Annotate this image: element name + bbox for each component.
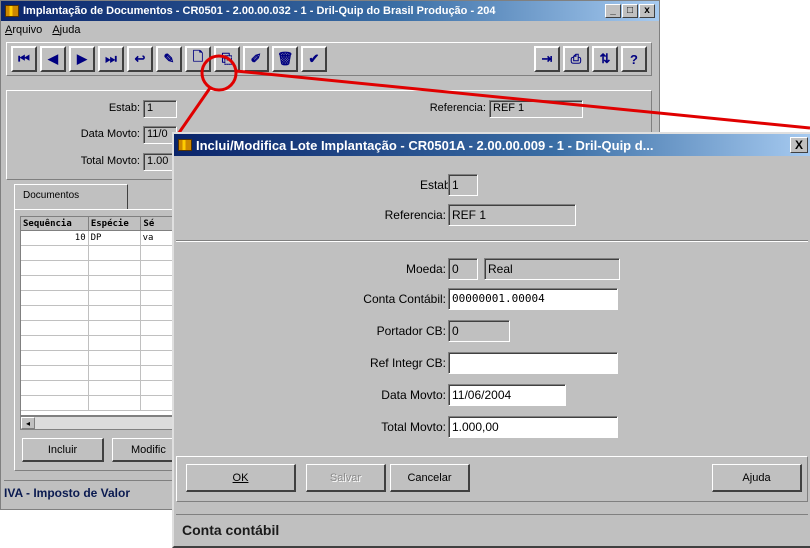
dlg-moeda-label: Moeda: [405, 262, 446, 276]
dlg-estab-label: Estab: [419, 178, 454, 192]
dialog-app-icon [178, 139, 192, 151]
annotation-circle [200, 54, 238, 92]
ok-button[interactable]: OK [186, 464, 296, 492]
dialog-status-bar: Conta contábil [176, 514, 808, 544]
salvar-button: Salvar [306, 464, 386, 492]
dlg-ref-integr-field[interactable] [448, 352, 618, 374]
dlg-portador-label: Portador CB: [376, 324, 446, 338]
dlg-moeda-code[interactable]: 0 [448, 258, 478, 280]
ajuda-label: Ajuda [742, 471, 771, 484]
dlg-conta-label: Conta Contábil: [363, 292, 446, 306]
dlg-total-movto-field[interactable]: 1.000,00 [448, 416, 618, 438]
dlg-data-movto-label: Data Movto: [381, 388, 446, 402]
dialog-title-bar[interactable]: Inclui/Modifica Lote Implantação - CR050… [174, 134, 810, 156]
cancelar-button[interactable]: Cancelar [390, 464, 470, 492]
ok-label: OK [232, 471, 249, 484]
annotation-line-right [235, 69, 810, 130]
cancelar-label: Cancelar [407, 471, 452, 484]
dlg-ref-integr-label: Ref Integr CB: [369, 356, 446, 370]
dlg-conta-field[interactable]: 00000001.00004 [448, 288, 618, 310]
dlg-referencia-label: Referencia: [384, 208, 446, 222]
dialog-close-button[interactable]: X [790, 137, 808, 153]
dialog-divider [176, 240, 808, 242]
dialog-title: Inclui/Modifica Lote Implantação - CR050… [196, 137, 654, 153]
dlg-portador-field[interactable]: 0 [448, 320, 510, 342]
dialog-window: Inclui/Modifica Lote Implantação - CR050… [172, 132, 810, 548]
salvar-label: Salvar [329, 471, 362, 484]
ajuda-button[interactable]: Ajuda [712, 464, 802, 492]
dlg-total-movto-label: Total Movto: [381, 420, 446, 434]
dlg-data-movto-field[interactable]: 11/06/2004 [448, 384, 566, 406]
dlg-estab-field[interactable]: 1 [448, 174, 478, 196]
dlg-moeda-name: Real [484, 258, 620, 280]
dlg-referencia-field[interactable]: REF 1 [448, 204, 576, 226]
